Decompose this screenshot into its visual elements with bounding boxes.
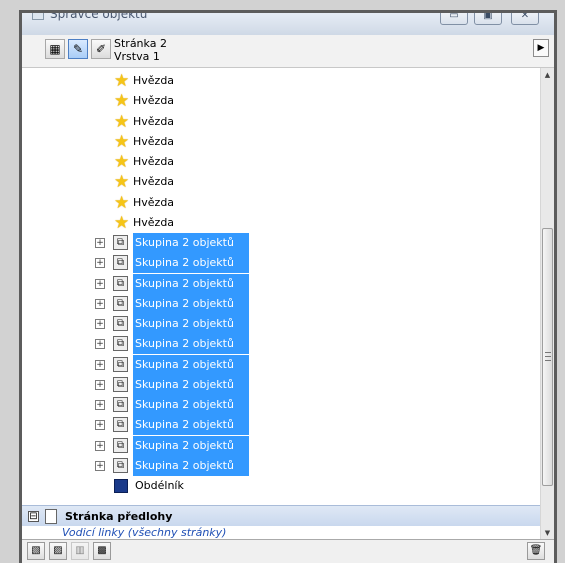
tree-item-label: Skupina 2 objektů — [133, 273, 249, 294]
object-manager-icon — [32, 13, 44, 20]
star-icon: ★ — [114, 212, 130, 233]
group-icon: ⧉ — [113, 397, 128, 412]
tree-item-label: Skupina 2 objektů — [133, 374, 249, 395]
layer-manager-view-button[interactable]: ✐ — [91, 39, 111, 59]
scroll-thumb[interactable] — [542, 228, 553, 486]
star-icon: ★ — [114, 131, 130, 152]
expand-icon[interactable]: + — [95, 298, 105, 309]
expand-icon[interactable]: + — [95, 379, 105, 390]
star-icon: ★ — [114, 111, 130, 132]
new-master-layer-all-icon: ▩ — [97, 545, 107, 556]
title-bar: Správce objektů ▭ ▣ ✕ — [22, 13, 554, 35]
scroll-up-arrow-icon[interactable]: ▲ — [541, 68, 554, 82]
expand-icon[interactable]: + — [95, 278, 105, 289]
star-icon: ★ — [114, 172, 130, 193]
expand-icon[interactable]: + — [95, 319, 105, 329]
expand-icon[interactable]: + — [95, 440, 105, 451]
new-master-layer-odd-icon: ▥ — [75, 545, 85, 556]
scroll-down-arrow-icon[interactable]: ▼ — [541, 526, 554, 539]
expand-icon[interactable]: + — [95, 359, 105, 370]
tree-item-label: Skupina 2 objektů — [133, 233, 249, 253]
expand-icon[interactable]: + — [95, 400, 105, 410]
collapse-icon[interactable]: ⊟ — [28, 511, 39, 522]
window-title: Správce objektů — [50, 13, 148, 21]
tree-item-label: Hvězda — [133, 155, 175, 168]
group-icon: ⧉ — [113, 275, 128, 291]
tree-item-label: Obdélník — [135, 479, 184, 492]
group-icon: ⧉ — [113, 316, 128, 331]
expand-icon[interactable]: + — [95, 339, 105, 350]
maximize-button[interactable]: ▣ — [474, 13, 502, 25]
layer-manager-view-icon: ✐ — [95, 42, 107, 56]
group-icon: ⧉ — [113, 457, 128, 473]
guides-row-partial[interactable]: Vodicí linky (všechny stránky) — [62, 526, 226, 539]
delete-button[interactable]: 🗑 — [527, 542, 545, 560]
page-icon — [45, 509, 57, 524]
tree-item-label: Hvězda — [133, 94, 175, 108]
tree-item-label: Hvězda — [133, 215, 175, 229]
trash-icon: 🗑 — [529, 545, 543, 556]
tree-item-label: Skupina 2 objektů — [133, 334, 249, 355]
tree-item-label: Hvězda — [133, 134, 175, 148]
group-icon: ⧉ — [113, 356, 128, 372]
current-page-layer: Stránka 2 Vrstva 1 — [114, 37, 167, 63]
rectangle-icon — [114, 479, 128, 493]
star-icon: ★ — [114, 91, 130, 112]
expand-icon[interactable]: + — [95, 420, 105, 431]
star-icon: ★ — [114, 192, 130, 213]
bottom-toolbar: ▧ ▨ ▥ ▩ 🗑 — [22, 540, 554, 563]
tree-item-label: Hvězda — [133, 175, 175, 189]
tree-item-label: Skupina 2 objektů — [133, 395, 249, 415]
new-master-layer-all-button[interactable]: ▩ — [93, 542, 111, 560]
tree-item-label: Skupina 2 objektů — [133, 253, 249, 274]
tree-item-label: Skupina 2 objektů — [133, 415, 249, 436]
layer-name: Vrstva 1 — [114, 50, 160, 63]
close-button[interactable]: ✕ — [511, 13, 539, 25]
expand-icon[interactable]: + — [95, 258, 105, 269]
star-icon: ★ — [114, 152, 130, 172]
panel-menu-arrow-button[interactable]: ▶ — [533, 39, 549, 57]
tree-item-label: Hvězda — [133, 114, 175, 128]
tree-item-label: Skupina 2 objektů — [133, 435, 249, 456]
tree-item-label: Skupina 2 objektů — [133, 293, 249, 314]
group-icon: ⧉ — [113, 295, 128, 311]
new-layer-icon: ▧ — [31, 545, 41, 556]
edit-across-layers-icon: ✎ — [72, 42, 84, 56]
group-icon: ⧉ — [113, 417, 128, 433]
new-master-layer-odd-button[interactable]: ▥ — [71, 542, 89, 560]
star-icon: ★ — [114, 71, 130, 91]
group-icon: ⧉ — [113, 255, 128, 271]
group-icon: ⧉ — [113, 376, 128, 392]
tree-item-label: Skupina 2 objektů — [133, 314, 249, 334]
group-icon: ⧉ — [113, 437, 128, 453]
expand-icon[interactable]: + — [95, 460, 105, 471]
tree-item-master-page[interactable]: ⊟ Stránka předlohy — [22, 505, 540, 526]
page-name: Stránka 2 — [114, 37, 167, 50]
master-page-label: Stránka předlohy — [65, 510, 173, 523]
edit-across-layers-button[interactable]: ✎ — [68, 39, 88, 59]
expand-icon[interactable]: + — [95, 238, 105, 248]
group-icon: ⧉ — [113, 235, 128, 250]
new-master-layer-icon: ▨ — [53, 545, 63, 556]
object-manager-panel: Správce objektů ▭ ▣ ✕ ▦ ✎ ✐ Stránka 2 Vr… — [19, 10, 557, 563]
tree-item-label: Skupina 2 objektů — [133, 354, 249, 375]
show-object-properties-icon: ▦ — [49, 42, 61, 56]
tree-item-label: Hvězda — [133, 195, 175, 209]
new-master-layer-button[interactable]: ▨ — [49, 542, 67, 560]
new-layer-button[interactable]: ▧ — [27, 542, 45, 560]
tree-item-label: Hvězda — [133, 74, 175, 87]
tree-item-label: Skupina 2 objektů — [133, 455, 249, 476]
show-object-properties-button[interactable]: ▦ — [45, 39, 65, 59]
grip-icon — [545, 352, 551, 361]
object-tree: ★ Hvězda ★ Hvězda ★ Hvězda ★ Hvězda ★ Hvězda ★ Hvěz… — [22, 68, 554, 540]
group-icon: ⧉ — [113, 336, 128, 352]
minimize-button[interactable]: ▭ — [440, 13, 468, 25]
vertical-scrollbar[interactable]: ▲ ▼ — [540, 68, 554, 539]
toolbar: ▦ ✎ ✐ Stránka 2 Vrstva 1 ▶ — [22, 35, 554, 68]
